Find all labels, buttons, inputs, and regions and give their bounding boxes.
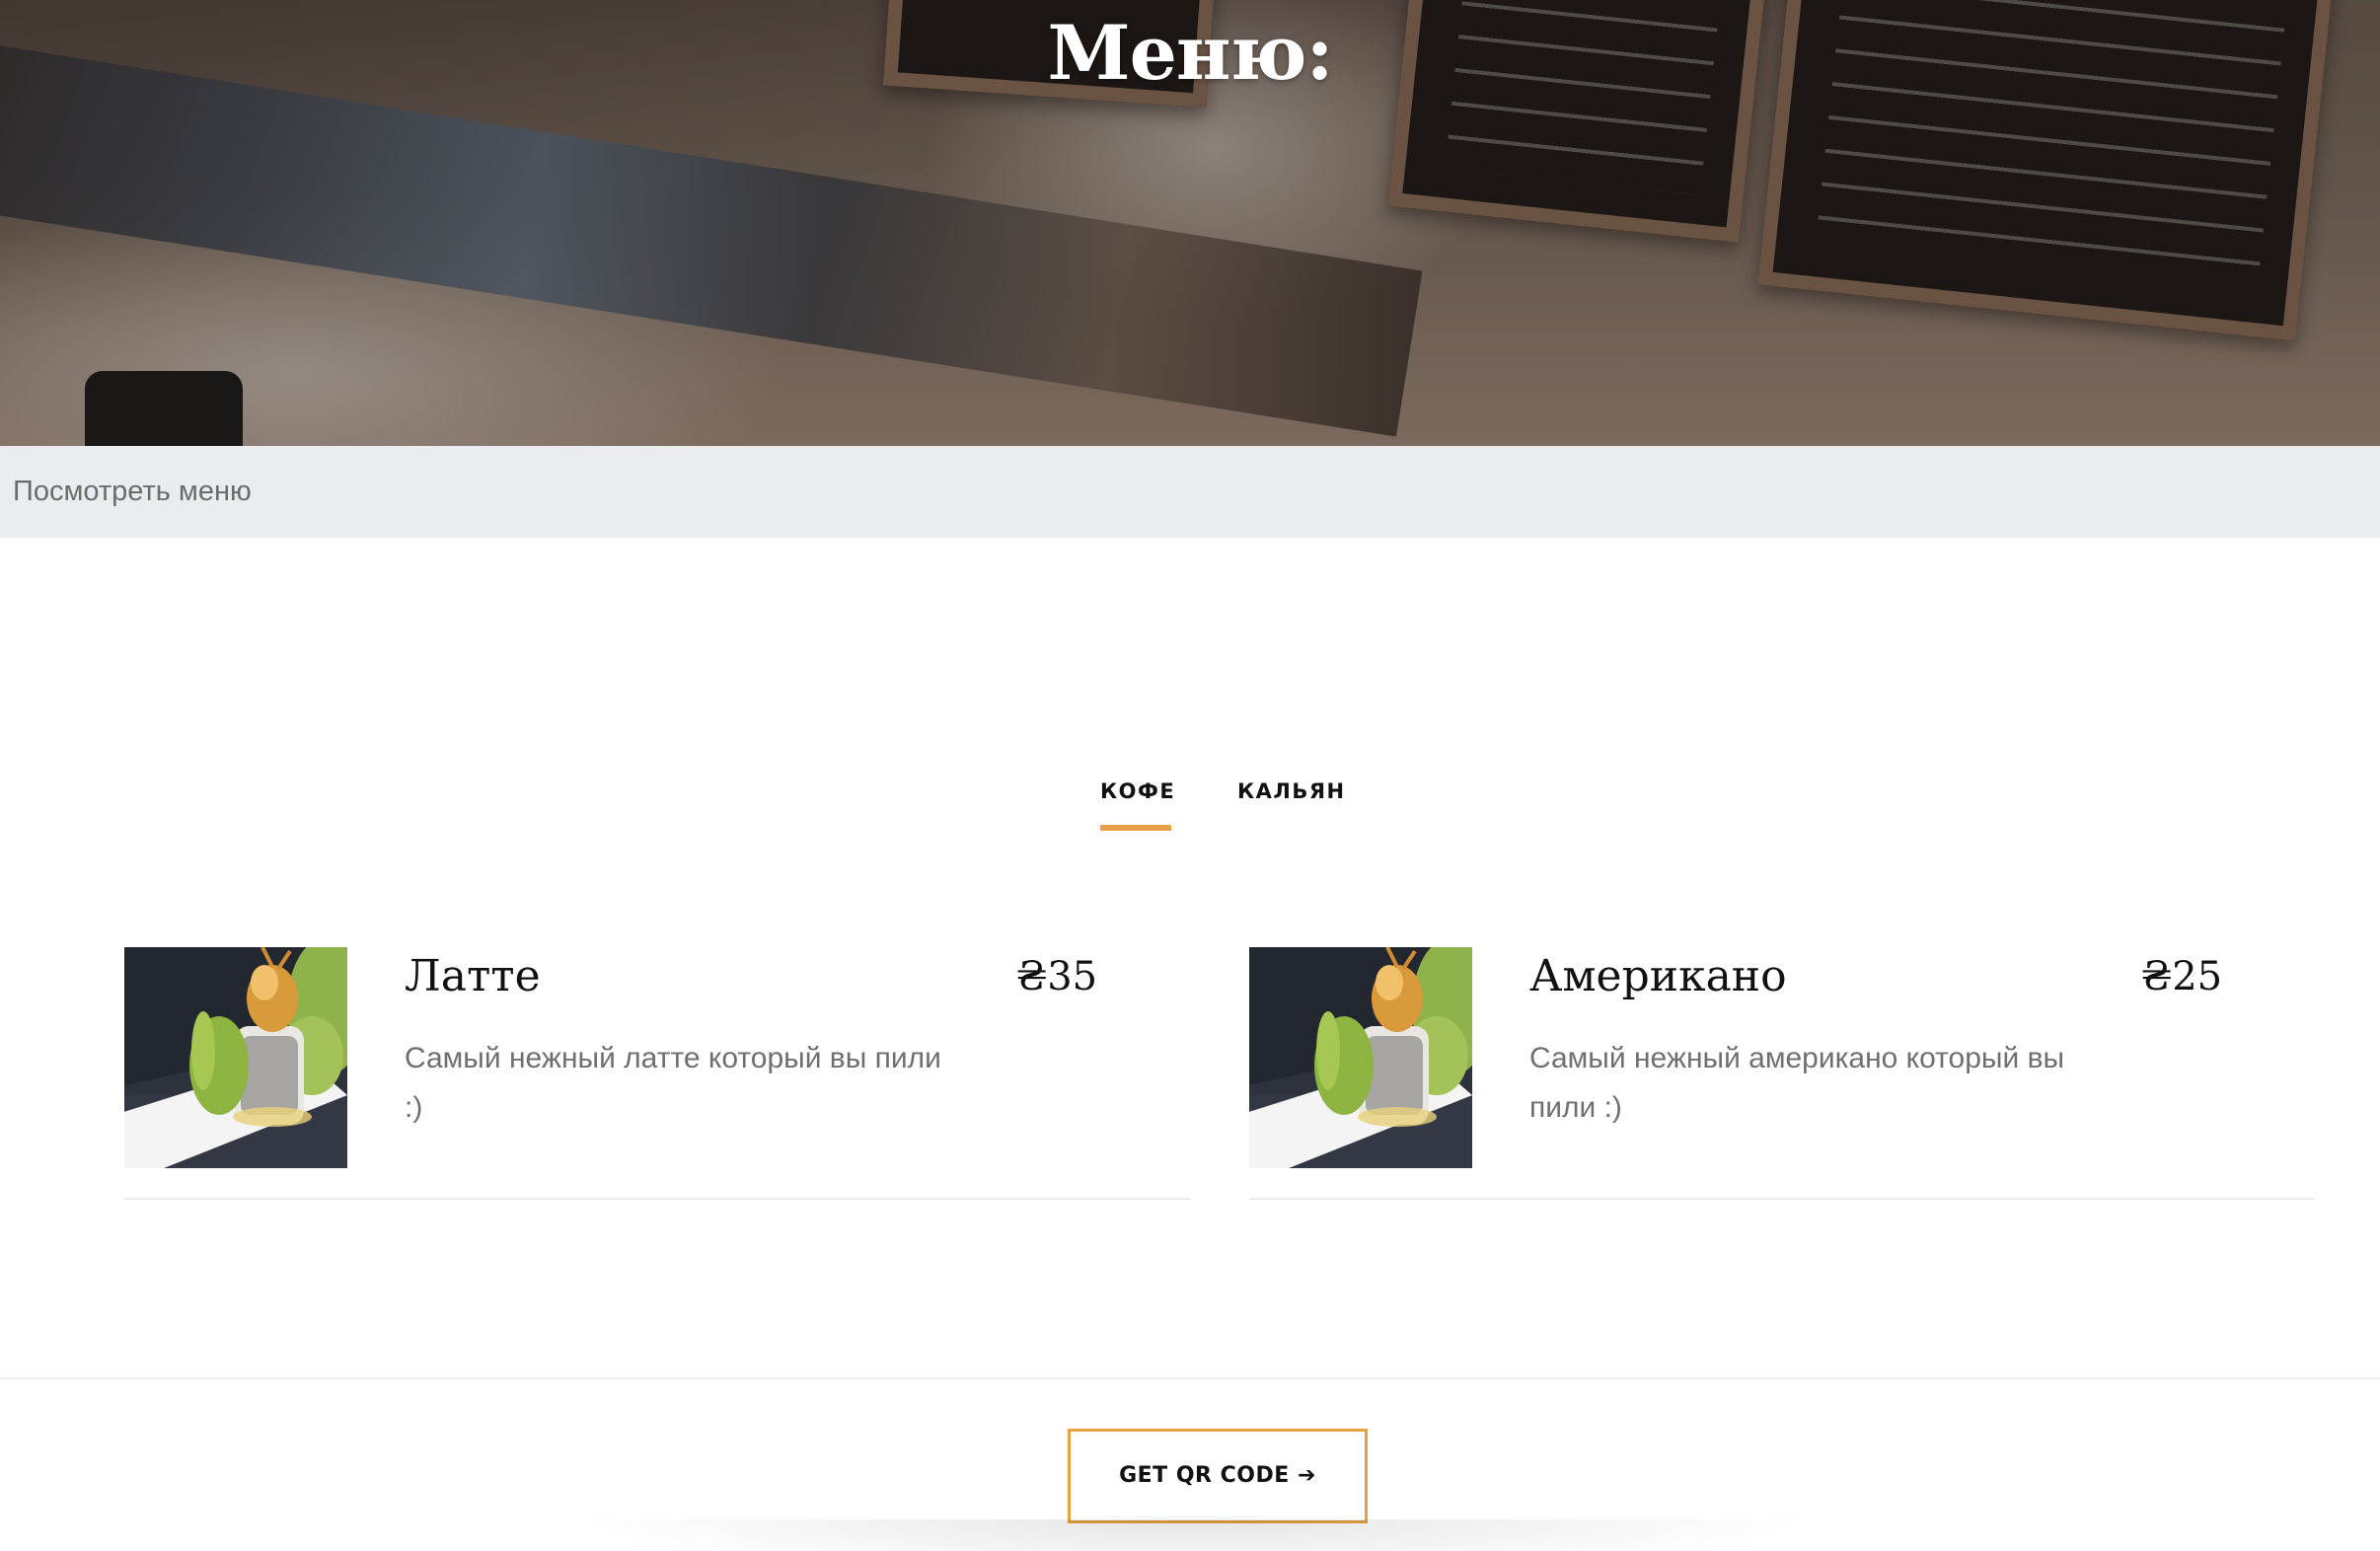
menu-item-description: Самый нежный латте который вы пили :) xyxy=(405,1042,941,1124)
hero-banner: Меню: xyxy=(0,0,2380,446)
tab-hookah[interactable]: КАЛЬЯН xyxy=(1237,779,1346,803)
breadcrumb-label[interactable]: Посмотреть меню xyxy=(13,476,252,508)
menu-item-image xyxy=(124,947,347,1168)
footer-divider xyxy=(0,1377,2380,1379)
menu-item[interactable]: Латте ₴35 Самый нежный латте который вы … xyxy=(124,947,1190,1200)
menu-item-price: ₴35 xyxy=(1016,954,1098,999)
breadcrumb: Посмотреть меню xyxy=(0,446,2380,538)
sushi-roll-photo-icon xyxy=(124,947,347,1168)
menu-item-name: Американо xyxy=(1529,951,1787,1001)
divider xyxy=(1249,1198,2315,1200)
bottom-shadow xyxy=(572,1519,1816,1551)
menu-item-name: Латте xyxy=(405,951,541,1001)
menu-item-image xyxy=(1249,947,1472,1168)
divider xyxy=(124,1198,1190,1200)
sushi-roll-photo-icon xyxy=(1249,947,1472,1168)
menu-item-price: ₴25 xyxy=(2141,954,2223,999)
tab-label: КАЛЬЯН xyxy=(1237,779,1346,803)
page: Меню: Посмотреть меню КОФЕ КАЛЬЯН Латте … xyxy=(0,0,2380,1551)
menu-item[interactable]: Американо ₴25 Самый нежный американо кот… xyxy=(1249,947,2315,1200)
get-qr-code-button[interactable]: GET QR CODE ➔ xyxy=(1068,1429,1368,1523)
menu-tabs: КОФЕ КАЛЬЯН xyxy=(0,779,2380,839)
page-title: Меню: xyxy=(1047,9,1333,97)
menu-item-description: Самый нежный американо который вы пили :… xyxy=(1529,1042,2065,1124)
tab-label: КОФЕ xyxy=(1100,779,1176,803)
tab-coffee[interactable]: КОФЕ xyxy=(1100,779,1176,831)
active-tab-indicator xyxy=(1100,825,1171,831)
